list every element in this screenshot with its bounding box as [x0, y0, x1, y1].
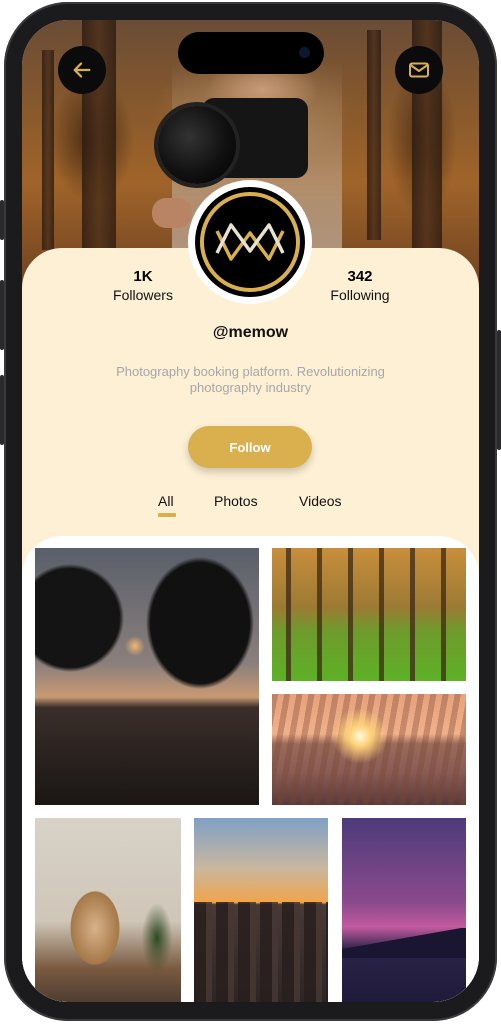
active-tab-indicator — [158, 513, 176, 517]
hand — [152, 198, 192, 228]
tab-videos[interactable]: Videos — [299, 493, 342, 509]
phone-silent-switch — [0, 200, 4, 240]
gallery-photo-harvest-field[interactable] — [272, 694, 466, 805]
gallery-photo-city-skyline[interactable] — [194, 818, 328, 1002]
profile-handle: @memow — [212, 324, 289, 341]
back-arrow-icon — [73, 62, 91, 78]
mail-icon — [409, 62, 429, 78]
phone-volume-up — [0, 280, 4, 350]
media-gallery — [22, 536, 479, 1002]
gallery-photo-rattan-chair[interactable] — [35, 818, 181, 1002]
camera-lens — [158, 106, 236, 184]
app-screen: 1K Followers 342 Following @memow Photog… — [22, 20, 479, 1002]
gallery-photo-beach-palms[interactable] — [35, 548, 259, 805]
profile-bio: Photography booking platform. Revolution… — [116, 364, 385, 395]
following-count: 342 — [347, 268, 373, 285]
following-stat[interactable]: 342 Following — [305, 268, 415, 303]
profile-avatar[interactable] — [188, 180, 312, 304]
follow-button[interactable]: Follow — [188, 426, 312, 468]
tab-photos[interactable]: Photos — [214, 493, 258, 509]
front-camera — [299, 47, 310, 58]
following-label: Following — [330, 287, 390, 303]
followers-label: Followers — [113, 287, 173, 303]
followers-count: 1K — [133, 268, 153, 285]
tab-all[interactable]: All — [158, 493, 174, 509]
back-button[interactable] — [58, 46, 106, 94]
gallery-photo-dusk-mountains[interactable] — [342, 818, 466, 1002]
gallery-photo-forest[interactable] — [272, 548, 466, 681]
phone-volume-down — [0, 375, 4, 445]
phone-power-button — [497, 330, 501, 450]
followers-stat[interactable]: 1K Followers — [88, 268, 198, 303]
memow-logo — [200, 192, 300, 292]
message-button[interactable] — [395, 46, 443, 94]
dynamic-island — [178, 32, 324, 74]
